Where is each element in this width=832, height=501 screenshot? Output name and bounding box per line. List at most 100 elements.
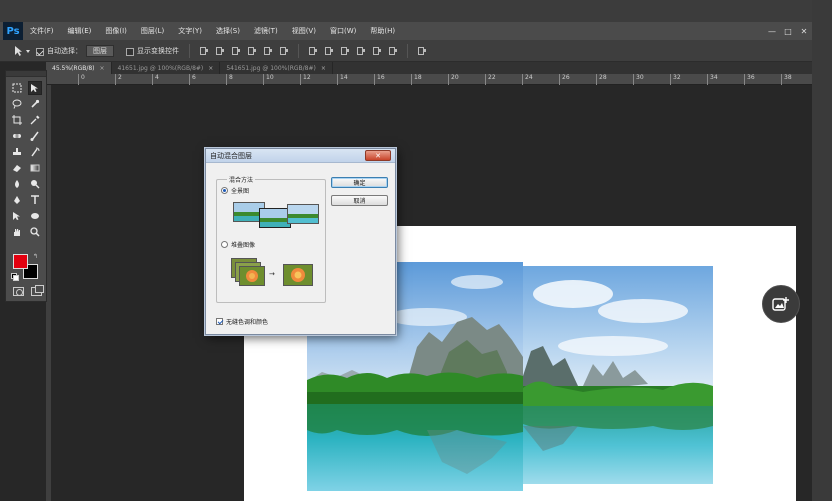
align-bottom-icon[interactable] — [231, 46, 241, 55]
swap-colors-icon[interactable]: ↰ — [33, 253, 38, 260]
menu-select[interactable]: 选择(S) — [209, 26, 247, 36]
stack-arrow-icon: → — [269, 270, 275, 278]
close-window-button[interactable]: ✕ — [796, 24, 812, 38]
horizontal-ruler[interactable]: 0 2 4 6 8 10 12 14 16 18 20 22 24 26 28 … — [46, 74, 812, 85]
ruler-tick — [448, 74, 449, 85]
menu-image[interactable]: 图像(I) — [98, 26, 134, 36]
panorama-radio[interactable] — [221, 187, 228, 194]
move-tool-preset-icon[interactable] — [10, 42, 36, 60]
tab-label: 41651.jpg @ 100%(RGB/8#) — [117, 64, 204, 72]
menu-layer[interactable]: 图层(L) — [134, 26, 171, 36]
menu-view[interactable]: 视图(V) — [285, 26, 323, 36]
photo-layer-right[interactable] — [523, 266, 713, 484]
auto-select-checkbox[interactable] — [36, 47, 44, 56]
align-vcenter-icon[interactable] — [215, 46, 225, 55]
maximize-button[interactable]: □ — [780, 24, 796, 38]
dodge-tool-icon[interactable] — [28, 177, 42, 191]
distribute-bottom-icon[interactable] — [340, 46, 350, 55]
stack-images-radio[interactable] — [221, 241, 228, 248]
type-tool-icon[interactable] — [28, 193, 42, 207]
menu-help[interactable]: 帮助(H) — [363, 26, 402, 36]
menu-type[interactable]: 文字(Y) — [171, 26, 209, 36]
brush-tool-icon[interactable] — [28, 129, 42, 143]
tab-label: 45.5%(RGB/8) — [52, 64, 95, 72]
align-hcenter-icon[interactable] — [263, 46, 273, 55]
document-tab[interactable]: 45.5%(RGB/8) × — [46, 62, 112, 74]
auto-select-dropdown[interactable]: 图层 — [86, 44, 114, 57]
dialog-titlebar[interactable]: 自动混合图层 ✕ — [206, 149, 395, 163]
shape-tool-icon[interactable] — [28, 209, 42, 223]
close-tab-icon[interactable]: × — [321, 65, 326, 72]
document-tab[interactable]: 41651.jpg @ 100%(RGB/8#) × — [112, 62, 221, 74]
menu-filter[interactable]: 滤镜(T) — [247, 26, 285, 36]
panorama-label: 全景图 — [231, 188, 250, 195]
seamless-tones-checkbox[interactable] — [216, 318, 223, 325]
document-tab[interactable]: 541651.jpg @ 100%(RGB/8#) × — [220, 62, 333, 74]
ruler-label: 2 — [118, 74, 122, 81]
default-colors-icon[interactable] — [11, 273, 19, 281]
minimize-button[interactable]: — — [764, 24, 780, 38]
foreground-color-swatch[interactable] — [13, 254, 28, 269]
distribute-left-icon[interactable] — [356, 46, 366, 55]
screen-mode-icon[interactable] — [31, 285, 44, 296]
auto-align-layers-icon[interactable] — [417, 46, 427, 55]
seamless-tones-label: 无缝色调和颜色 — [226, 319, 269, 326]
window-controls: — □ ✕ — [764, 22, 812, 40]
landscape-image-right — [523, 266, 713, 484]
separator — [189, 43, 190, 58]
align-left-icon[interactable] — [247, 46, 257, 55]
ruler-tick — [633, 74, 634, 85]
crop-tool-icon[interactable] — [10, 113, 24, 127]
ruler-label: 8 — [229, 74, 233, 81]
zoom-tool-icon[interactable] — [28, 225, 42, 239]
eyedropper-tool-icon[interactable] — [28, 113, 42, 127]
seamless-tones-option[interactable]: 无缝色调和颜色 — [216, 317, 268, 326]
menu-edit[interactable]: 编辑(E) — [61, 26, 99, 36]
align-top-icon[interactable] — [199, 46, 209, 55]
menu-window[interactable]: 窗口(W) — [323, 26, 363, 36]
align-right-icon[interactable] — [279, 46, 289, 55]
add-image-button[interactable] — [762, 285, 800, 323]
ruler-tick — [189, 74, 190, 85]
ruler-tick — [115, 74, 116, 85]
history-brush-tool-icon[interactable] — [28, 145, 42, 159]
spot-healing-tool-icon[interactable] — [10, 129, 24, 143]
distribute-hcenter-icon[interactable] — [372, 46, 382, 55]
gradient-tool-icon[interactable] — [28, 161, 42, 175]
hand-tool-icon[interactable] — [10, 225, 24, 239]
path-selection-tool-icon[interactable] — [10, 209, 24, 223]
lasso-tool-icon[interactable] — [10, 97, 24, 111]
options-bar: 自动选择： 图层 显示变换控件 — [0, 40, 812, 62]
ruler-label: 16 — [377, 74, 385, 81]
menu-file[interactable]: 文件(F) — [23, 26, 61, 36]
marquee-tool-icon[interactable] — [10, 81, 24, 95]
ok-button[interactable]: 确定 — [331, 177, 388, 188]
dialog-body: 混合方法 全景图 堆叠图像 → 确定 取消 无缝色调和颜色 — [210, 167, 393, 332]
eraser-tool-icon[interactable] — [10, 161, 24, 175]
distribute-top-icon[interactable] — [308, 46, 318, 55]
clone-stamp-tool-icon[interactable] — [10, 145, 24, 159]
close-tab-icon[interactable]: × — [100, 65, 105, 72]
move-tool-icon[interactable] — [28, 81, 42, 95]
pen-tool-icon[interactable] — [10, 193, 24, 207]
ruler-tick — [522, 74, 523, 85]
close-tab-icon[interactable]: × — [208, 65, 213, 72]
quick-mask-icon[interactable] — [13, 287, 24, 296]
blur-tool-icon[interactable] — [10, 177, 24, 191]
dialog-close-button[interactable]: ✕ — [365, 150, 391, 161]
blend-method-label: 混合方法 — [227, 175, 256, 184]
stack-images-option[interactable]: 堆叠图像 — [221, 240, 255, 249]
tools-panel-grip[interactable] — [6, 71, 46, 77]
ruler-label: 14 — [340, 74, 348, 81]
ruler-label: 30 — [636, 74, 644, 81]
distribute-vcenter-icon[interactable] — [324, 46, 334, 55]
desktop-top-strip — [0, 0, 832, 22]
ruler-label: 20 — [451, 74, 459, 81]
cancel-button[interactable]: 取消 — [331, 195, 388, 206]
show-transform-checkbox[interactable] — [126, 47, 134, 56]
distribute-right-icon[interactable] — [388, 46, 398, 55]
quick-selection-tool-icon[interactable] — [28, 97, 42, 111]
panorama-option[interactable]: 全景图 — [221, 186, 249, 195]
ruler-label: 12 — [303, 74, 311, 81]
add-image-icon — [772, 297, 789, 311]
